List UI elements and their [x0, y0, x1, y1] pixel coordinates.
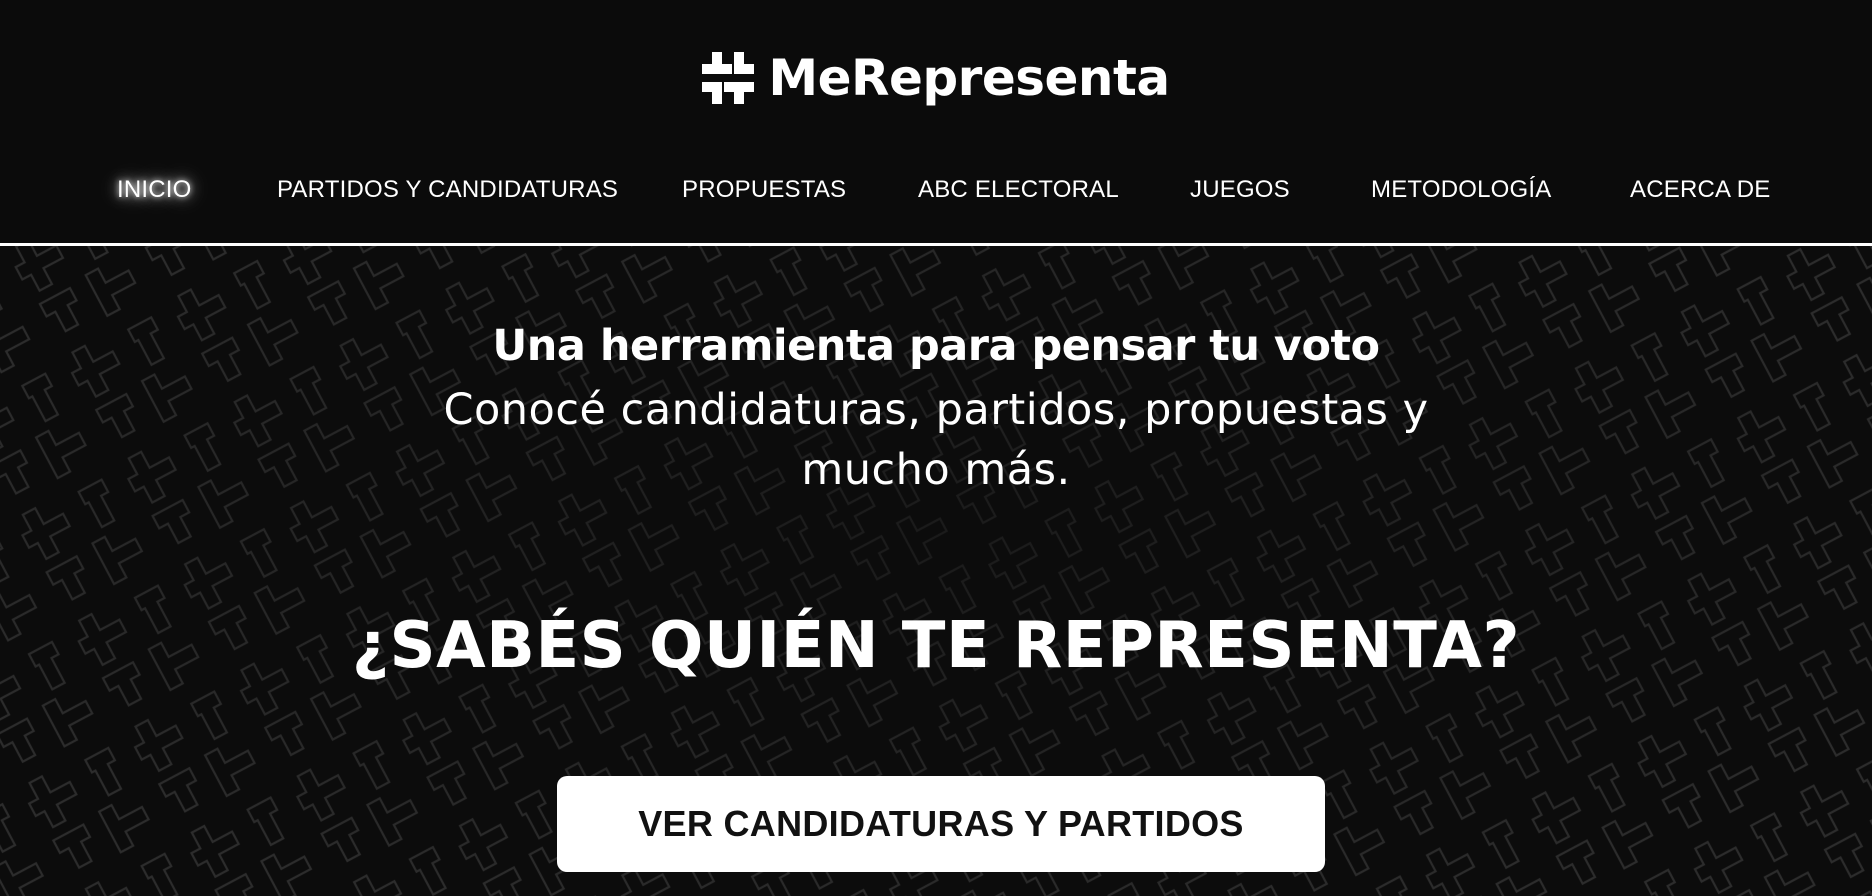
nav-item-acerca-de[interactable]: ACERCA DE	[1630, 170, 1771, 210]
brand-logo-link[interactable]: MeRepresenta	[0, 52, 1872, 104]
hero-question-heading: ¿SABÉS QUIÉN TE REPRESENTA?	[351, 609, 1521, 683]
hero-content: Una herramienta para pensar tu voto Cono…	[0, 246, 1872, 896]
nav-item-propuestas[interactable]: PROPUESTAS	[682, 170, 846, 210]
hashtag-blocks-logo-icon	[702, 52, 755, 104]
main-nav: INICIO PARTIDOS Y CANDIDATURAS PROPUESTA…	[0, 170, 1872, 210]
page: MeRepresenta INICIO PARTIDOS Y CANDIDATU…	[0, 0, 1872, 896]
nav-item-inicio[interactable]: INICIO	[117, 170, 192, 210]
hero-subtitle: Conocé candidaturas, partidos, propuesta…	[443, 385, 1429, 495]
site-header: MeRepresenta INICIO PARTIDOS Y CANDIDATU…	[0, 0, 1872, 244]
nav-item-juegos[interactable]: JUEGOS	[1190, 170, 1290, 210]
nav-item-abc-electoral[interactable]: ABC ELECTORAL	[918, 170, 1119, 210]
hero-tagline: Una herramienta para pensar tu voto	[492, 321, 1380, 371]
view-candidates-button[interactable]: VER CANDIDATURAS Y PARTIDOS	[557, 776, 1325, 872]
hero-section: Una herramienta para pensar tu voto Cono…	[0, 246, 1872, 896]
nav-item-partidos-y-candidaturas[interactable]: PARTIDOS Y CANDIDATURAS	[277, 170, 618, 210]
brand-name: MeRepresenta	[768, 49, 1170, 107]
nav-item-metodologia[interactable]: METODOLOGÍA	[1371, 170, 1551, 210]
